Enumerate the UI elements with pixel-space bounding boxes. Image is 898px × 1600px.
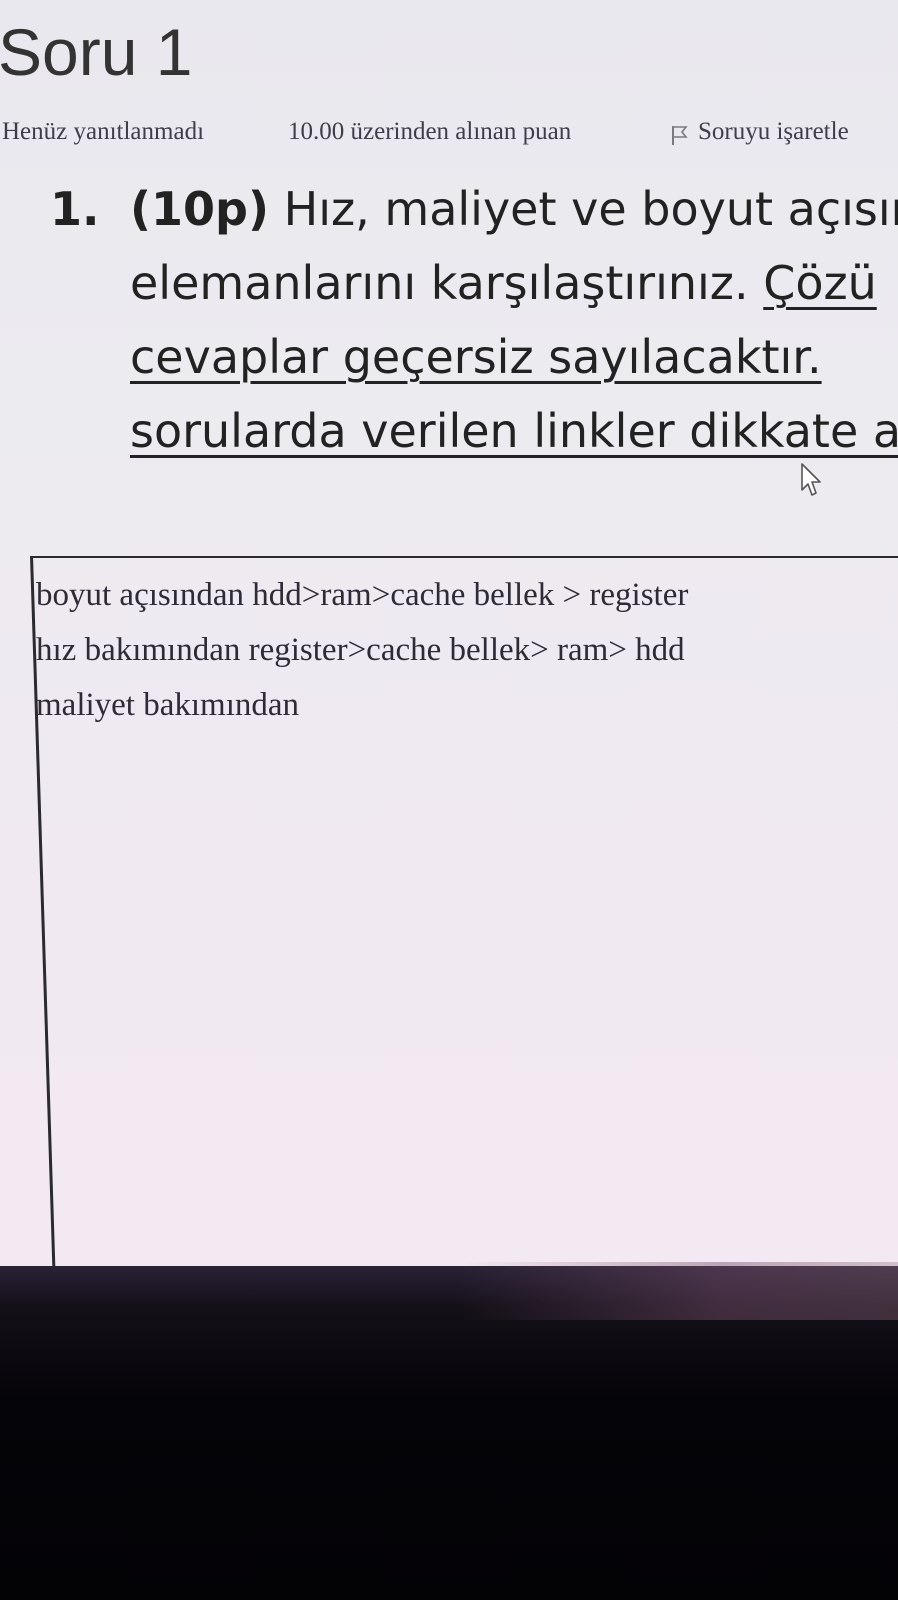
question-line-4: sorularda verilen linkler dikkate a	[50, 394, 898, 468]
question-line-2-text: elemanlarını karşılaştırınız. Çözü	[130, 246, 877, 320]
bezel-reflection	[460, 1262, 898, 1320]
max-points: 10.00 üzerinden alınan puan	[288, 118, 572, 145]
question-line-4-text: sorularda verilen linkler dikkate a	[130, 404, 898, 458]
mouse-pointer-icon	[801, 463, 821, 496]
question-number: 1.	[50, 182, 100, 236]
question-line-2: elemanlarını karşılaştırınız. Çözü	[50, 246, 898, 320]
answer-line-2: hız bakımından register>cache bellek> ra…	[36, 632, 685, 668]
answer-text: boyut açısından hdd>ram>cache bellek > r…	[36, 568, 688, 733]
answer-status: Henüz yanıtlanmadı	[2, 118, 205, 145]
flag-question-link[interactable]: Soruyu işaretle	[670, 118, 849, 146]
question-text: 1. (10p) Hız, maliyet ve boyut açısır el…	[50, 172, 898, 468]
question-line-1-body: Hız, maliyet ve boyut açısır	[283, 182, 898, 236]
question-points: (10p)	[130, 182, 269, 236]
answer-line-1: boyut açısından hdd>ram>cache bellek > r…	[36, 577, 689, 613]
quiz-screen: Soru 1 Henüz yanıtlanmadı 10.00 üzerinde…	[0, 0, 898, 1268]
question-line-3-text: cevaplar geçersiz sayılacaktır.	[130, 330, 822, 384]
question-line-2-underlined: Çözü	[763, 256, 877, 310]
question-line-1: 1. (10p) Hız, maliyet ve boyut açısır	[50, 172, 898, 246]
page-title: Soru 1	[0, 15, 193, 89]
question-line-3: cevaplar geçersiz sayılacaktır.	[50, 320, 898, 394]
question-line-2-body: elemanlarını karşılaştırınız.	[130, 256, 764, 310]
flag-question-label: Soruyu işaretle	[698, 118, 849, 145]
question-info-row: Henüz yanıtlanmadı 10.00 üzerinden alına…	[0, 118, 898, 158]
question-line-1-text: (10p) Hız, maliyet ve boyut açısır	[130, 172, 898, 246]
flag-icon	[672, 126, 688, 145]
answer-line-3: maliyet bakımından	[36, 687, 300, 723]
